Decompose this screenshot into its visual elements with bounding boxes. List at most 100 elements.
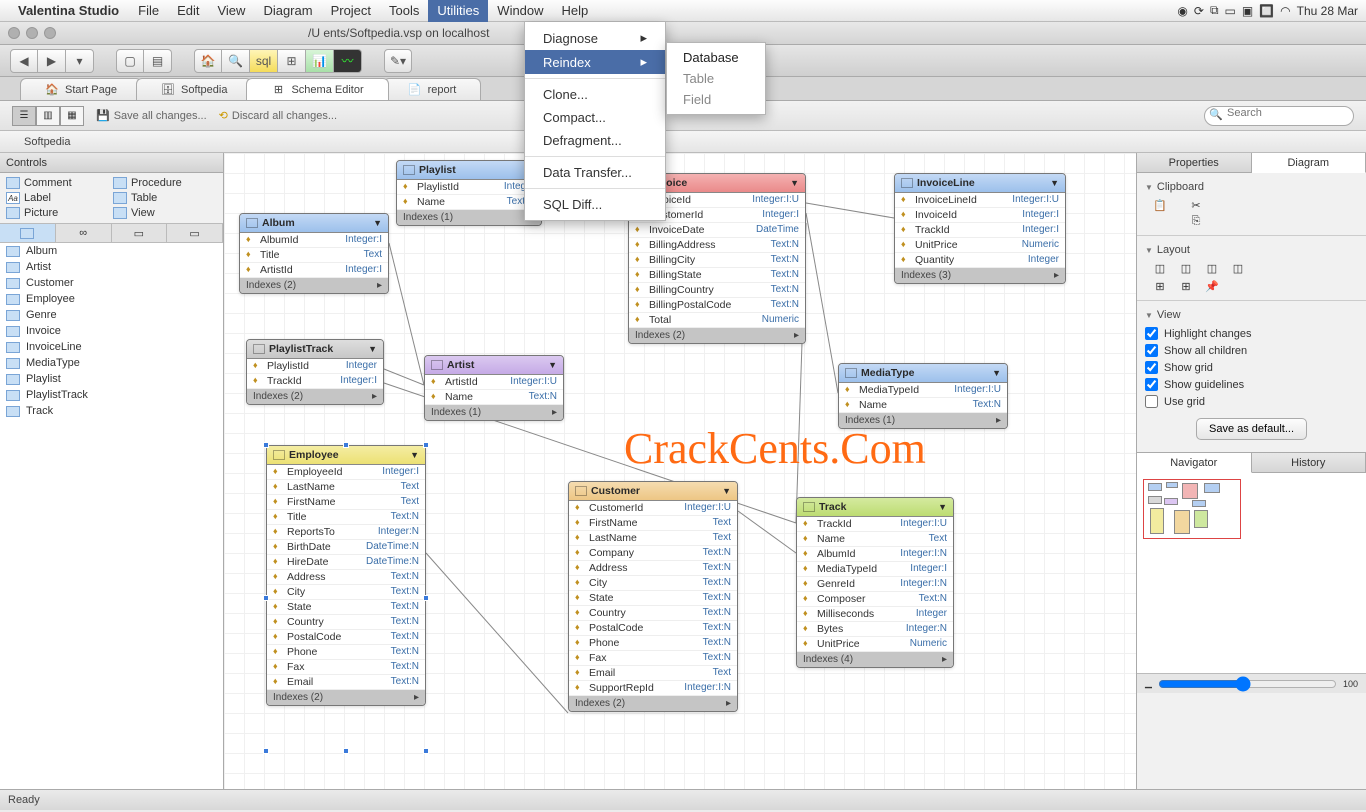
view-cols[interactable]: ▥ xyxy=(36,106,60,126)
align-3-icon[interactable]: ◫ xyxy=(1205,262,1219,276)
checkbox[interactable] xyxy=(1145,378,1158,391)
selection-handle[interactable] xyxy=(263,748,269,754)
table-footer[interactable]: Indexes (2)▸ xyxy=(247,389,383,404)
check-show-grid[interactable]: Show grid xyxy=(1145,359,1358,376)
pin-icon[interactable]: 📌 xyxy=(1205,280,1219,294)
field-row[interactable]: ♦ArtistIdInteger:I:U xyxy=(425,375,563,390)
field-row[interactable]: ♦EmailText xyxy=(569,666,737,681)
notif-icon[interactable]: ▣ xyxy=(1242,4,1253,18)
menu-project[interactable]: Project xyxy=(322,0,380,22)
field-row[interactable]: ♦AlbumIdInteger:I:N xyxy=(797,547,953,562)
paste-icon[interactable]: 📋 xyxy=(1153,199,1167,213)
menu-utilities[interactable]: Utilities xyxy=(428,0,488,22)
search-input[interactable] xyxy=(1227,107,1345,119)
table-invoiceline[interactable]: InvoiceLine▼♦InvoiceLineIdInteger:I:U♦In… xyxy=(894,173,1066,284)
dropbox-icon[interactable]: ⧉ xyxy=(1210,3,1219,18)
table-playlisttrack[interactable]: PlaylistTrack▼♦PlaylistIdInteger♦TrackId… xyxy=(246,339,384,405)
field-row[interactable]: ♦TitleText:N xyxy=(267,510,425,525)
sub-table[interactable]: Table xyxy=(667,68,765,89)
table-header[interactable]: Album▼ xyxy=(240,214,388,233)
field-row[interactable]: ♦BillingPostalCodeText:N xyxy=(629,298,805,313)
sync-icon[interactable]: ⟳ xyxy=(1194,4,1204,18)
tab-schema-editor[interactable]: ⊞Schema Editor xyxy=(246,78,388,100)
tab-views[interactable]: ▭ xyxy=(112,224,168,242)
ctrl-picture[interactable]: Picture xyxy=(6,207,110,219)
table-header[interactable]: Track▼ xyxy=(797,498,953,517)
field-row[interactable]: ♦InvoiceDateDateTime xyxy=(629,223,805,238)
menu-tools[interactable]: Tools xyxy=(380,0,428,22)
table-footer[interactable]: Indexes (1)▸ xyxy=(425,405,563,420)
selection-handle[interactable] xyxy=(343,442,349,448)
view-grid[interactable]: ▦ xyxy=(60,106,84,126)
tab-procs[interactable]: ▭ xyxy=(167,224,223,242)
field-row[interactable]: ♦ComposerText:N xyxy=(797,592,953,607)
field-row[interactable]: ♦CustomerIdInteger:I:U xyxy=(569,501,737,516)
new-button[interactable]: ▢ xyxy=(116,49,144,73)
ctrl-procedure[interactable]: Procedure xyxy=(113,177,217,189)
checkbox[interactable] xyxy=(1145,361,1158,374)
table-header[interactable]: Employee▼ xyxy=(267,446,425,465)
chevron-down-icon[interactable]: ▼ xyxy=(368,344,377,354)
dd-reindex[interactable]: Reindex▸ xyxy=(525,50,665,74)
table-footer[interactable]: Indexes (2)▸ xyxy=(569,696,737,711)
table-row[interactable]: Track xyxy=(0,403,223,419)
field-row[interactable]: ♦UnitPriceNumeric xyxy=(797,637,953,652)
field-row[interactable]: ♦NameText:N xyxy=(839,398,1007,413)
schema-button[interactable]: ⊞ xyxy=(278,49,306,73)
table-employee[interactable]: Employee▼♦EmployeeIdInteger:I♦LastNameTe… xyxy=(266,445,426,706)
field-row[interactable]: ♦ReportsToInteger:N xyxy=(267,525,425,540)
table-row[interactable]: Customer xyxy=(0,275,223,291)
table-row[interactable]: Employee xyxy=(0,291,223,307)
menu-window[interactable]: Window xyxy=(488,0,552,22)
dd-sqldiff[interactable]: SQL Diff... xyxy=(525,193,665,216)
section-view[interactable]: View xyxy=(1145,309,1358,321)
field-row[interactable]: ♦HireDateDateTime:N xyxy=(267,555,425,570)
selection-handle[interactable] xyxy=(263,442,269,448)
search-field[interactable] xyxy=(1204,106,1354,126)
menu-diagram[interactable]: Diagram xyxy=(254,0,321,22)
tab-navigator[interactable]: Navigator xyxy=(1137,453,1252,473)
battery-icon[interactable]: 🔲 xyxy=(1259,4,1274,18)
field-row[interactable]: ♦MillisecondsInteger xyxy=(797,607,953,622)
ctrl-table[interactable]: Table xyxy=(113,192,217,204)
table-header[interactable]: Playlist▼ xyxy=(397,161,541,180)
wifi-icon[interactable]: ◠ xyxy=(1280,4,1290,18)
field-row[interactable]: ♦EmailText:N xyxy=(267,675,425,690)
field-row[interactable]: ♦InvoiceLineIdInteger:I:U xyxy=(895,193,1065,208)
dd-compact[interactable]: Compact... xyxy=(525,106,665,129)
chevron-down-icon[interactable]: ▼ xyxy=(373,218,382,228)
discard-all-button[interactable]: ⟲Discard all changes... xyxy=(219,109,337,122)
tab-diagram[interactable]: Diagram xyxy=(1252,153,1366,173)
field-row[interactable]: ♦BillingAddressText:N xyxy=(629,238,805,253)
checkbox[interactable] xyxy=(1145,395,1158,408)
field-row[interactable]: ♦PlaylistIdInteger xyxy=(247,359,383,374)
field-row[interactable]: ♦PhoneText:N xyxy=(569,636,737,651)
save-all-button[interactable]: 💾Save all changes... xyxy=(96,109,207,122)
tab-startpage[interactable]: 🏠Start Page xyxy=(20,78,142,100)
display-icon[interactable]: ▭ xyxy=(1225,4,1236,18)
field-row[interactable]: ♦QuantityInteger xyxy=(895,253,1065,268)
field-row[interactable]: ♦MediaTypeIdInteger:I xyxy=(797,562,953,577)
field-row[interactable]: ♦FaxText:N xyxy=(569,651,737,666)
ctrl-comment[interactable]: Comment xyxy=(6,177,110,189)
tab-softpedia[interactable]: 🗄Softpedia xyxy=(136,78,252,100)
field-row[interactable]: ♦BytesInteger:N xyxy=(797,622,953,637)
color-picker-button[interactable]: ✎▾ xyxy=(384,49,412,73)
align-1-icon[interactable]: ◫ xyxy=(1153,262,1167,276)
menu-view[interactable]: View xyxy=(208,0,254,22)
table-footer[interactable]: Indexes (2)▸ xyxy=(240,278,388,293)
field-row[interactable]: ♦CityText:N xyxy=(569,576,737,591)
search-button[interactable]: 🔍 xyxy=(222,49,250,73)
table-header[interactable]: MediaType▼ xyxy=(839,364,1007,383)
ctrl-view[interactable]: View xyxy=(113,207,217,219)
field-row[interactable]: ♦CountryText:N xyxy=(267,615,425,630)
open-button[interactable]: ▤ xyxy=(144,49,172,73)
selection-handle[interactable] xyxy=(423,748,429,754)
chevron-down-icon[interactable]: ▼ xyxy=(1050,178,1059,188)
field-row[interactable]: ♦TrackIdInteger:I xyxy=(247,374,383,389)
selection-handle[interactable] xyxy=(263,595,269,601)
table-row[interactable]: Invoice xyxy=(0,323,223,339)
table-footer[interactable]: Indexes (1)▸ xyxy=(397,210,541,225)
table-footer[interactable]: Indexes (1)▸ xyxy=(839,413,1007,428)
dd-clone[interactable]: Clone... xyxy=(525,83,665,106)
